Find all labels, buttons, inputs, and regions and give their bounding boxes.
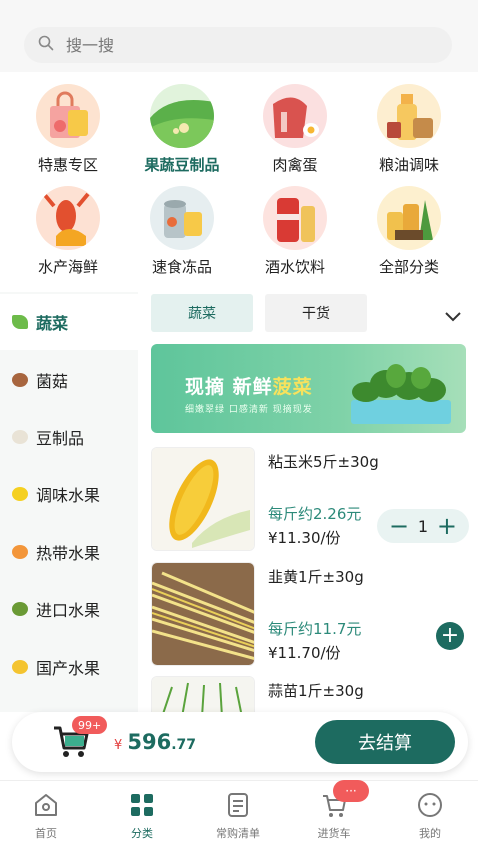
sidebar-item-imported-fruit[interactable]: 进口水果 bbox=[0, 581, 138, 637]
category-label: 肉禽蛋 bbox=[272, 156, 318, 174]
cart-bar: 99+ ¥ 596.77 去结算 bbox=[12, 712, 468, 772]
product-name: 蒜苗1斤±30g bbox=[268, 682, 364, 700]
category-label: 果蔬豆制品 bbox=[144, 156, 220, 174]
category-beverages[interactable]: 酒水饮料 bbox=[240, 186, 350, 277]
quantity-stepper: − 1 + bbox=[377, 509, 469, 543]
tofu-icon bbox=[12, 430, 28, 444]
category-grain-oil[interactable]: 粮油调味 bbox=[354, 84, 464, 175]
grocery-icon bbox=[377, 186, 441, 250]
banner-title: 现摘 新鲜菠菜 bbox=[185, 376, 313, 398]
sidebar-item-mushrooms[interactable]: 菌菇 bbox=[0, 352, 138, 408]
lobster-icon bbox=[36, 186, 100, 250]
category-label: 速食冻品 bbox=[151, 258, 212, 276]
tab-frequent-list[interactable]: 常购清单 bbox=[198, 791, 278, 841]
tab-profile[interactable]: 我的 bbox=[390, 791, 470, 841]
product-price: ¥11.70/份 bbox=[268, 644, 341, 662]
frozen-food-icon bbox=[150, 186, 214, 250]
sidebar-item-label: 进口水果 bbox=[36, 601, 101, 620]
search-icon bbox=[38, 35, 54, 55]
tab-label: 进货车 bbox=[317, 827, 351, 840]
category-all[interactable]: 全部分类 bbox=[354, 186, 464, 277]
tab-label: 常购清单 bbox=[216, 827, 260, 840]
unit-price: 每斤约11.7元 bbox=[268, 620, 362, 638]
soda-can-icon bbox=[263, 186, 327, 250]
sidebar-item-seasoning-fruit[interactable]: 调味水果 bbox=[0, 466, 138, 522]
cart-count-badge: 99+ bbox=[72, 716, 108, 734]
spinach-basket-image bbox=[351, 364, 451, 424]
decrement-button[interactable]: − bbox=[389, 514, 409, 538]
sidebar-item-label: 蔬菜 bbox=[36, 314, 69, 333]
grid-icon bbox=[131, 794, 153, 816]
pear-icon bbox=[12, 660, 28, 674]
vegetables-icon bbox=[150, 84, 214, 148]
corn-image bbox=[151, 447, 255, 551]
category-label: 粮油调味 bbox=[378, 156, 439, 174]
quantity-value[interactable]: 1 bbox=[418, 517, 428, 536]
cart-tab-badge: ··· bbox=[333, 780, 369, 802]
product-name: 粘玉米5斤±30g bbox=[268, 453, 379, 471]
oil-bottle-icon bbox=[377, 84, 441, 148]
product-card[interactable]: 蒜苗1斤±30g bbox=[151, 676, 471, 712]
lemon-icon bbox=[12, 487, 28, 501]
shopping-bag-icon bbox=[36, 84, 100, 148]
search-box[interactable] bbox=[24, 27, 452, 63]
product-name: 韭黄1斤±30g bbox=[268, 568, 364, 586]
chive-image bbox=[151, 562, 255, 666]
category-label: 酒水饮料 bbox=[264, 258, 325, 276]
tab-home[interactable]: 首页 bbox=[6, 791, 86, 841]
smile-face-icon bbox=[418, 793, 442, 817]
checkout-button[interactable]: 去结算 bbox=[315, 720, 455, 764]
category-label: 全部分类 bbox=[378, 258, 439, 276]
sidebar-item-tofu[interactable]: 豆制品 bbox=[0, 409, 138, 465]
category-frozen[interactable]: 速食冻品 bbox=[127, 186, 237, 277]
meat-icon bbox=[263, 84, 327, 148]
search-input[interactable] bbox=[66, 35, 366, 55]
sidebar-item-label: 豆制品 bbox=[36, 429, 85, 448]
sidebar-item-label: 热带水果 bbox=[36, 544, 101, 563]
category-label: 水产海鲜 bbox=[37, 258, 98, 276]
home-icon bbox=[35, 794, 57, 816]
product-card[interactable]: 韭黄1斤±30g 每斤约11.7元 ¥11.70/份 + bbox=[151, 562, 471, 668]
garlic-sprout-image bbox=[151, 676, 255, 712]
tab-dried-goods[interactable]: 干货 bbox=[265, 294, 367, 332]
search-area bbox=[0, 0, 478, 72]
tab-label: 首页 bbox=[35, 827, 57, 840]
category-meat-eggs[interactable]: 肉禽蛋 bbox=[240, 84, 350, 175]
category-specials[interactable]: 特惠专区 bbox=[13, 84, 123, 175]
sidebar-item-tropical-fruit[interactable]: 热带水果 bbox=[0, 524, 138, 580]
tab-vegetables[interactable]: 蔬菜 bbox=[151, 294, 253, 332]
banner-subtitle: 细嫩翠绿 口感清新 现摘现发 bbox=[185, 405, 313, 415]
sidebar-item-label: 菌菇 bbox=[36, 372, 69, 391]
increment-button[interactable]: + bbox=[437, 514, 457, 538]
tab-label: 分类 bbox=[131, 827, 153, 840]
sidebar-item-label: 调味水果 bbox=[36, 486, 101, 505]
product-card[interactable]: 粘玉米5斤±30g 每斤约2.26元 ¥11.30/份 − 1 + bbox=[151, 447, 471, 553]
avocado-icon bbox=[12, 602, 28, 616]
mushroom-icon bbox=[12, 373, 28, 387]
category-produce[interactable]: 果蔬豆制品 bbox=[127, 84, 237, 175]
tab-category[interactable]: 分类 bbox=[102, 791, 182, 841]
add-to-cart-button[interactable]: + bbox=[436, 622, 464, 650]
sidebar-item-vegetables[interactable]: 蔬菜 bbox=[0, 294, 138, 350]
sidebar: 蔬菜 菌菇 豆制品 调味水果 热带水果 进口水果 国产水果 bbox=[0, 292, 138, 712]
category-label: 特惠专区 bbox=[37, 156, 98, 174]
list-icon bbox=[228, 793, 248, 817]
product-price: ¥11.30/份 bbox=[268, 529, 341, 547]
mango-icon bbox=[12, 545, 28, 559]
category-grid: 特惠专区 果蔬豆制品 肉禽蛋 粮油调味 水产海鲜 速食冻品 酒水饮料 全部分类 bbox=[0, 80, 478, 280]
leaf-icon bbox=[12, 315, 28, 329]
cart-total: ¥ 596.77 bbox=[114, 730, 197, 754]
sidebar-item-domestic-fruit[interactable]: 国产水果 bbox=[0, 639, 138, 695]
unit-price: 每斤约2.26元 bbox=[268, 505, 362, 523]
tab-label: 我的 bbox=[419, 827, 441, 840]
sidebar-item-label: 国产水果 bbox=[36, 659, 101, 678]
promo-banner[interactable]: 现摘 新鲜菠菜 细嫩翠绿 口感清新 现摘现发 bbox=[151, 344, 466, 433]
bottom-tab-bar: 首页 分类 常购清单 进货车 我的 bbox=[0, 780, 478, 850]
category-seafood[interactable]: 水产海鲜 bbox=[13, 186, 123, 277]
chevron-down-icon[interactable] bbox=[444, 310, 462, 322]
